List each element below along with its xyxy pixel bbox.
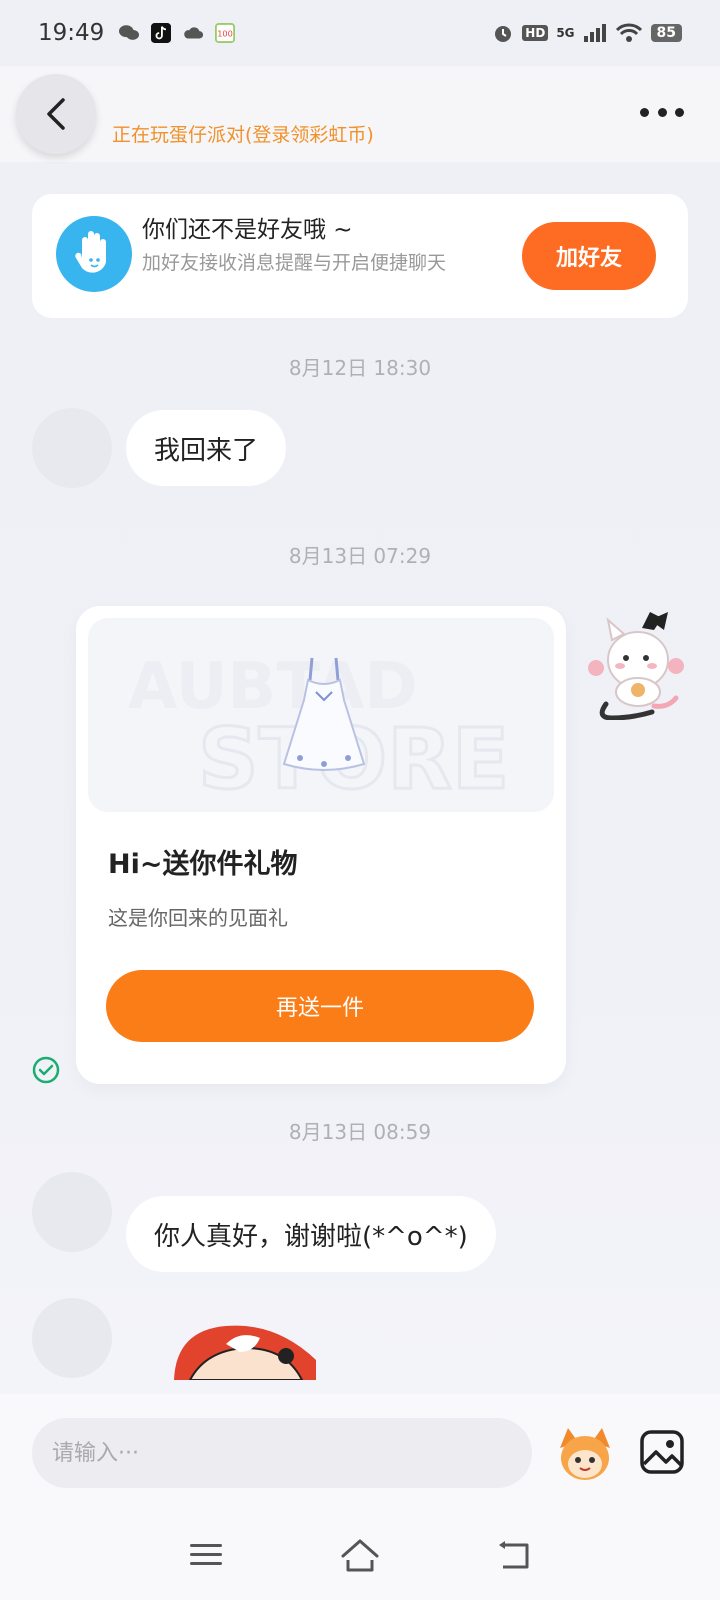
read-check-icon	[32, 1056, 60, 1084]
eggy-sticker[interactable]	[166, 1320, 326, 1380]
network-label: 5G	[556, 26, 575, 40]
message-input-bar	[0, 1394, 720, 1510]
menu-icon	[190, 1544, 222, 1565]
message-timestamp: 8月13日 07:29	[288, 544, 432, 568]
image-icon[interactable]	[640, 1430, 684, 1474]
more-dot-icon	[640, 107, 649, 117]
message-input[interactable]	[32, 1418, 532, 1488]
status-time: 19:49	[38, 20, 105, 46]
tiktok-icon	[151, 23, 172, 43]
chevron-left-icon	[47, 98, 65, 130]
home-nav-button[interactable]	[338, 1535, 382, 1575]
alarm-icon	[495, 26, 512, 42]
gift-subtitle: 这是你回来的见面礼	[108, 906, 288, 930]
more-options-button[interactable]	[640, 100, 684, 124]
home-icon	[341, 1539, 379, 1572]
contact-avatar[interactable]	[32, 408, 112, 488]
contact-avatar[interactable]	[32, 1172, 112, 1252]
message-timestamp: 8月12日 18:30	[288, 356, 432, 380]
gift-message-card[interactable]: AUBTAD STORE Hi~送你件礼物 这是你回来的见面礼 再送一件	[76, 606, 566, 1084]
banner-title: 你们还不是好友哦 ~	[142, 217, 353, 243]
back-nav-icon	[499, 1541, 529, 1569]
back-nav-button[interactable]	[492, 1535, 536, 1575]
notification-icons: 100	[118, 23, 236, 43]
gift-image: AUBTAD STORE	[88, 618, 554, 812]
hd-badge: HD	[522, 25, 549, 41]
message-bubble[interactable]: 我回来了	[126, 410, 287, 486]
message-bubble[interactable]: 你人真好，谢谢啦(*^o^*)	[126, 1196, 496, 1272]
battery-indicator: 85	[650, 24, 682, 42]
system-nav-bar	[0, 1510, 720, 1600]
status-bar: 19:49 100 HD 5G 85	[0, 0, 720, 66]
gift-title: Hi~送你件礼物	[108, 849, 298, 880]
send-another-button[interactable]: 再送一件	[106, 970, 534, 1042]
contact-avatar[interactable]	[32, 1298, 112, 1378]
app-100-icon: 100	[215, 23, 236, 43]
cloud-icon	[184, 27, 204, 39]
add-friend-button[interactable]: 加好友	[522, 222, 656, 290]
contact-status[interactable]: 正在玩蛋仔派对(登录领彩虹币)	[112, 120, 374, 147]
chat-header: 正在玩蛋仔派对(登录领彩虹币)	[0, 66, 720, 162]
more-dot-icon	[675, 107, 684, 117]
eggy-emoji-icon[interactable]	[554, 1422, 616, 1484]
more-dot-icon	[657, 107, 667, 117]
chat-screen: 19:49 100 HD 5G 85 正在玩蛋仔派对(登录领彩虹币) 你们还不是…	[0, 0, 720, 1600]
hand-wave-icon	[56, 216, 132, 292]
add-friend-banner: 你们还不是好友哦 ~ 加好友接收消息提醒与开启便捷聊天 加好友	[32, 194, 688, 318]
banner-description: 加好友接收消息提醒与开启便捷聊天	[142, 252, 447, 274]
menu-nav-button[interactable]	[184, 1535, 228, 1575]
back-button[interactable]	[16, 74, 96, 154]
message-timestamp: 8月13日 08:59	[288, 1120, 432, 1144]
my-avatar-cat-sticker[interactable]	[584, 608, 688, 720]
dress-icon	[282, 657, 366, 771]
system-icons: HD 5G 85	[492, 22, 682, 44]
wifi-icon	[615, 23, 642, 42]
signal-icon	[583, 24, 606, 42]
svg-text:100: 100	[217, 29, 233, 39]
wechat-icon	[119, 25, 140, 40]
